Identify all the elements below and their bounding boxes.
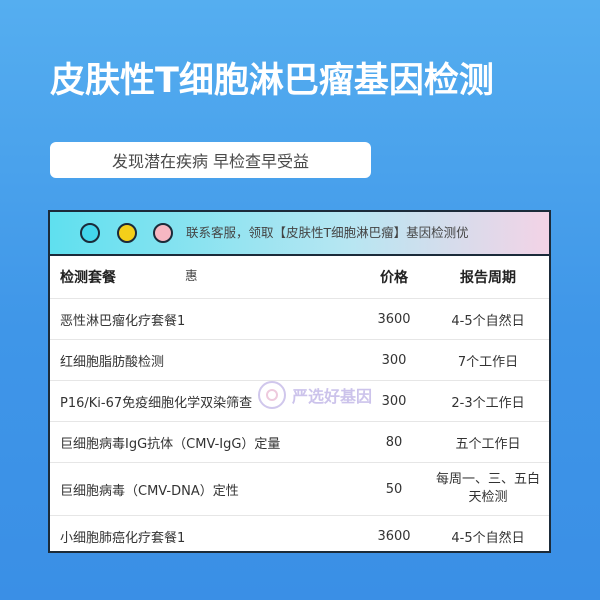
subtitle-banner: 发现潜在疾病 早检查早受益 bbox=[50, 142, 371, 178]
package-price: 300 bbox=[381, 352, 407, 368]
package-name: 小细胞肺癌化疗套餐1 bbox=[60, 530, 186, 546]
package-card: 联系客服，领取【皮肤性T细胞淋巴瘤】基因检测优 惠 检测套餐 价格 报告周期 恶… bbox=[48, 210, 551, 553]
package-name: 恶性淋巴瘤化疗套餐1 bbox=[60, 313, 186, 329]
package-price: 50 bbox=[385, 481, 403, 497]
package-price: 3600 bbox=[377, 311, 411, 327]
header-period: 报告周期 bbox=[460, 270, 516, 286]
package-period: 每周一、三、五白 天检测 bbox=[430, 463, 546, 515]
package-period: 4-5个自然日 bbox=[451, 313, 525, 329]
package-period: 五个工作日 bbox=[455, 436, 521, 452]
package-name: 巨细胞病毒IgG抗体（CMV-IgG）定量 bbox=[60, 436, 281, 452]
package-table: 检测套餐 价格 报告周期 恶性淋巴瘤化疗套餐1 3600 4-5个自然日 红细胞… bbox=[50, 256, 549, 556]
table-row[interactable]: P16/Ki-67免疫细胞化学双染筛查 300 2-3个工作日 bbox=[50, 381, 549, 422]
page-title: 皮肤性T细胞淋巴瘤基因检测 bbox=[50, 61, 494, 101]
package-name: 巨细胞病毒（CMV-DNA）定性 bbox=[60, 483, 239, 499]
card-header-bar: 联系客服，领取【皮肤性T细胞淋巴瘤】基因检测优 bbox=[50, 212, 549, 256]
package-period: 4-5个自然日 bbox=[451, 530, 525, 546]
header-package: 检测套餐 bbox=[60, 270, 116, 286]
subtitle-text: 发现潜在疾病 早检查早受益 bbox=[111, 152, 310, 171]
yellow-dot-icon bbox=[117, 223, 137, 243]
table-row[interactable]: 小细胞肺癌化疗套餐1 3600 4-5个自然日 bbox=[50, 516, 549, 556]
package-name: 红细胞脂肪酸检测 bbox=[60, 354, 165, 370]
package-price: 3600 bbox=[377, 528, 411, 544]
table-header-row: 检测套餐 价格 报告周期 bbox=[50, 256, 549, 299]
pink-dot-icon bbox=[153, 223, 173, 243]
header-price: 价格 bbox=[380, 270, 408, 286]
package-period: 2-3个工作日 bbox=[451, 395, 525, 411]
table-row[interactable]: 巨细胞病毒IgG抗体（CMV-IgG）定量 80 五个工作日 bbox=[50, 422, 549, 463]
package-price: 80 bbox=[385, 434, 403, 450]
package-name: P16/Ki-67免疫细胞化学双染筛查 bbox=[60, 395, 253, 411]
package-period-line: 每周一、三、五白 bbox=[435, 472, 540, 487]
package-period-line: 天检测 bbox=[468, 490, 508, 505]
table-row[interactable]: 恶性淋巴瘤化疗套餐1 3600 4-5个自然日 bbox=[50, 299, 549, 340]
package-period: 7个工作日 bbox=[457, 354, 519, 370]
cyan-dot-icon bbox=[80, 223, 100, 243]
package-price: 300 bbox=[381, 393, 407, 409]
table-row[interactable]: 巨细胞病毒（CMV-DNA）定性 50 每周一、三、五白 天检测 bbox=[50, 463, 549, 516]
table-row[interactable]: 红细胞脂肪酸检测 300 7个工作日 bbox=[50, 340, 549, 381]
contact-service-text[interactable]: 联系客服，领取【皮肤性T细胞淋巴瘤】基因检测优 bbox=[186, 212, 546, 254]
